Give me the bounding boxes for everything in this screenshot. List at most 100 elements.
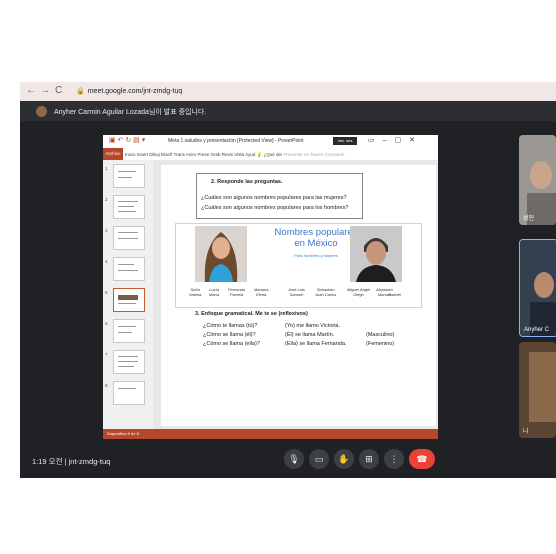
grammar-a2: (Él) se llama Martín. [285, 332, 335, 338]
tab-insert[interactable]: Insert [137, 152, 148, 157]
window-controls[interactable]: ▭–▢✕ [368, 136, 423, 144]
tab-dibuj[interactable]: Dibuj [149, 152, 159, 157]
end-call-button[interactable]: ☎ [409, 449, 435, 469]
thumb-number-4: 4 [105, 259, 108, 264]
grammar-q2: ¿Cómo se llama (él)? [203, 332, 256, 338]
camera-button[interactable]: ▭ [309, 449, 329, 469]
grammar-g3: (Femenino) [366, 341, 395, 347]
current-slide[interactable]: 2. Responde las preguntas. ¿Cuáles son a… [161, 165, 436, 426]
presenting-banner: Anyher Carmin Aguilar Lozada님이 발표 중입니다. [20, 101, 556, 121]
slide-thumbnail-2[interactable] [113, 195, 145, 219]
female-name-4: Mariana Elena [254, 287, 269, 297]
names-title-line2: en México [294, 238, 338, 249]
meeting-time: 1:19 오전 [32, 457, 63, 466]
grammar-q3: ¿Cómo se llama (ella)? [203, 341, 260, 347]
slide-counter: Diapositiva 5 de 8 [107, 431, 139, 436]
female-name-2: Lucía María [209, 287, 220, 297]
mic-icon: 🎙 [288, 454, 300, 464]
section-2-heading: 2. Responde las preguntas. [211, 179, 283, 185]
slide-thumbnail-5-selected[interactable] [113, 288, 145, 312]
thumb-number-6: 6 [105, 321, 108, 326]
share-button[interactable]: Compartir [325, 152, 345, 157]
tab-disen[interactable]: Diseñ [161, 152, 173, 157]
names-title-line1: Nombres populares [274, 227, 358, 238]
popular-names-box: Nombres populares en México Para hombres … [175, 223, 422, 308]
more-icon: ⋮ [389, 454, 399, 464]
male-name-2: Sebastián Juan Carlos [315, 287, 337, 297]
tell-me-field[interactable]: ¿Qué dei [264, 152, 283, 157]
slide-thumbnail-1[interactable] [113, 164, 145, 188]
tab-grab[interactable]: Grab [210, 152, 220, 157]
reload-icon[interactable]: C [55, 85, 62, 96]
participant-tile-1[interactable]: 성인 [519, 135, 556, 225]
tab-trans[interactable]: Trans [174, 152, 185, 157]
banner-message: Anyher Carmin Aguilar Lozada님이 발표 중입니다. [54, 109, 207, 116]
man-photo [350, 226, 402, 282]
thumb-number-1: 1 [105, 166, 108, 171]
slide-canvas: 2. Responde las preguntas. ¿Cuáles son a… [153, 160, 438, 429]
slide-thumbnail-6[interactable] [113, 319, 145, 343]
participant-1-name: 성인 [523, 216, 535, 222]
section-3-heading: 3. Enfoque gramatical. Me te se (reflexi… [195, 311, 308, 317]
ribbon-file-tab[interactable]: Archivo [103, 148, 123, 160]
meeting-code: jnt-zmdg-tuq [68, 457, 111, 466]
female-name-3: Fernanda Pamela [228, 287, 246, 297]
grammar-q1: ¿Cómo te llamas (tú)? [203, 323, 258, 329]
participant-3-name: 나 [523, 429, 529, 435]
camera-icon: ▭ [314, 454, 324, 464]
back-icon[interactable]: ← [26, 85, 36, 96]
forward-icon[interactable]: → [40, 85, 50, 96]
grammar-g2: (Masculino) [366, 332, 395, 338]
url-field[interactable]: 🔒 meet.google.com/jnt-zmdg-tuq [76, 87, 182, 95]
ribbon-tabs[interactable]: Inicio Insert Dibuj Diseñ Trans Anim Pre… [125, 152, 345, 158]
tab-inicio[interactable]: Inicio [125, 152, 136, 157]
lock-icon: 🔒 [76, 88, 85, 95]
question-2: ¿Cuáles son algunos nombres populares pa… [201, 205, 349, 211]
raise-hand-button[interactable]: ✋ [334, 449, 354, 469]
slide-thumbnail-4[interactable] [113, 257, 145, 281]
sign-in-button[interactable]: Inic. ses [333, 137, 357, 145]
tab-vista[interactable]: Vista [234, 152, 244, 157]
address-bar: ← → C 🔒 meet.google.com/jnt-zmdg-tuq [20, 82, 556, 101]
tab-anim[interactable]: Anim [186, 152, 196, 157]
tab-ayud[interactable]: Ayud [245, 152, 255, 157]
present-button[interactable]: ⊞ [359, 449, 379, 469]
woman-photo [195, 226, 247, 282]
female-name-1: Sofía Valeria [189, 287, 202, 297]
male-name-5: Gabriel [388, 292, 401, 297]
ppt-document-title: Meta 1 saludos y presentación [Protected… [168, 138, 304, 144]
ppt-title-bar: ▣ ↶ ↻ ▤ ▾ Meta 1 saludos y presentación … [103, 135, 438, 149]
present-in-teams-button[interactable]: Presentar en Teams [283, 152, 323, 157]
presenter-video [520, 240, 556, 336]
grammar-a1: (Yo) me llamo Victoria. [285, 323, 341, 329]
self-video [519, 342, 556, 438]
thumb-number-3: 3 [105, 228, 108, 233]
slide-thumbnail-pane: 1 2 3 4 5 6 7 8 [103, 160, 153, 429]
tab-prese[interactable]: Prese [197, 152, 209, 157]
shared-powerpoint-window: ▣ ↶ ↻ ▤ ▾ Meta 1 saludos y presentación … [103, 135, 438, 439]
question-1: ¿Cuáles son algunos nombres populares pa… [201, 195, 347, 201]
male-name-1: José Luis Samuel [288, 287, 305, 297]
present-icon: ⊞ [365, 454, 373, 464]
slide-thumbnail-8[interactable] [113, 381, 145, 405]
save-icon[interactable]: ▣ ↶ ↻ ▤ ▾ [109, 136, 145, 144]
slide-thumbnail-3[interactable] [113, 226, 145, 250]
grammar-a3: (Ella) se llama Fernanda. [285, 341, 347, 347]
tab-revis[interactable]: Revis [222, 152, 233, 157]
browser-window: ← → C 🔒 meet.google.com/jnt-zmdg-tuq Anyh… [20, 82, 556, 478]
participant-2-name: Anyher C [524, 327, 550, 333]
slide-thumbnail-7[interactable] [113, 350, 145, 374]
participant-tile-presenter[interactable]: Anyher C [519, 239, 556, 337]
mic-button[interactable]: 🎙 [284, 449, 304, 469]
participant-1-video [519, 135, 556, 225]
questions-box: 2. Responde las preguntas. ¿Cuáles son a… [196, 173, 363, 219]
lightbulb-icon: 💡 [256, 152, 263, 157]
ppt-status-bar: Diapositiva 5 de 8 [103, 429, 438, 439]
thumb-number-7: 7 [105, 352, 108, 357]
more-options-button[interactable]: ⋮ [384, 449, 404, 469]
presenter-avatar [36, 106, 47, 117]
participant-tile-self[interactable]: 나 [519, 342, 556, 438]
url-text: meet.google.com/jnt-zmdg-tuq [87, 88, 183, 95]
thumb-number-8: 8 [105, 383, 108, 388]
thumb-number-2: 2 [105, 197, 108, 202]
